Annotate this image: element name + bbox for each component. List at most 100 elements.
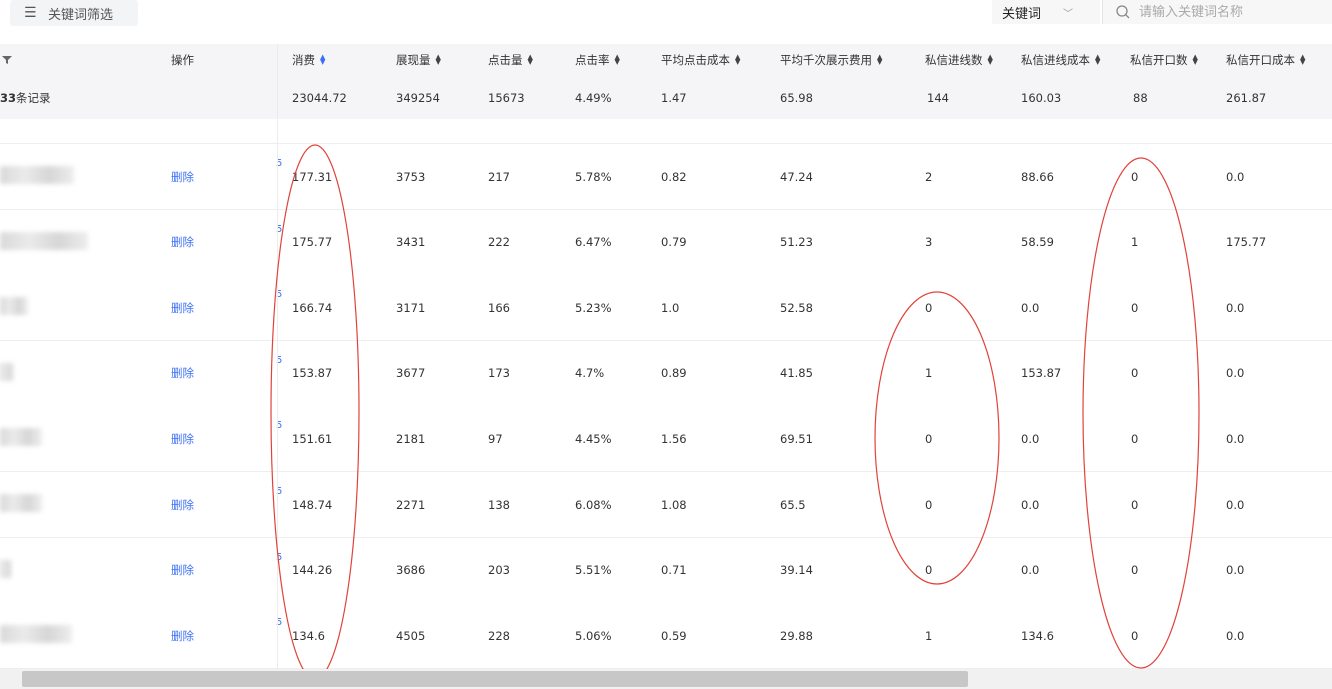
cell-opening-cost: 0.0	[1226, 431, 1245, 446]
cell-cpc: 0.59	[661, 628, 687, 643]
horizontal-scrollbar-thumb[interactable]	[22, 671, 968, 687]
cell-spend: 148.74	[292, 497, 333, 512]
table-row: 删除 5 144.26 3686 203 5.51% 0.71 39.14 0 0.0 0 0.0	[0, 537, 1332, 604]
keyword-filter-button[interactable]: ☰ 关键词筛选	[10, 0, 138, 26]
table-spacer	[0, 119, 1332, 144]
cell-clicks: 217	[488, 169, 510, 184]
sort-icon[interactable]: ▲ ▼	[1300, 54, 1305, 66]
cell-cpc: 0.79	[661, 235, 687, 250]
blurred-keyword-name	[0, 428, 42, 447]
cell-cpm: 29.88	[780, 628, 813, 643]
column-header-leads[interactable]: 私信进线数 ▲ ▼	[925, 44, 993, 76]
cell-opening-cost: 0.0	[1226, 563, 1245, 578]
delete-link[interactable]: 删除	[171, 406, 194, 471]
cell-impressions: 3431	[396, 235, 426, 250]
cell-spend: 144.26	[292, 563, 333, 578]
sort-icon[interactable]: ▲ ▼	[877, 54, 882, 66]
delete-link[interactable]: 删除	[171, 144, 194, 209]
cell-lead-cost: 0.0	[1021, 300, 1040, 315]
cell-opening-cost: 0.0	[1226, 300, 1245, 315]
column-filter-icon[interactable]	[2, 44, 12, 76]
sort-icon[interactable]: ▲ ▼	[615, 54, 620, 66]
sort-icon[interactable]: ▲ ▼	[528, 54, 533, 66]
cell-spend: 175.77	[292, 235, 333, 250]
cell-cpc: 1.0	[661, 300, 680, 315]
sort-icon[interactable]: ▲ ▼	[320, 54, 325, 66]
cell-ctr: 4.7%	[575, 366, 605, 381]
sort-icon[interactable]: ▲ ▼	[436, 54, 441, 66]
column-header-openings[interactable]: 私信开口数 ▲ ▼	[1130, 44, 1198, 76]
sort-icon[interactable]: ▲ ▼	[1193, 54, 1198, 66]
delete-link[interactable]: 删除	[171, 275, 194, 340]
cell-leads: 0	[925, 300, 933, 315]
search-icon	[1116, 5, 1130, 19]
cell-clicks: 166	[488, 300, 510, 315]
summary-spend: 23044.72	[292, 90, 347, 105]
column-header-cpm[interactable]: 平均千次展示费用 ▲ ▼	[780, 44, 882, 76]
cell-ctr: 5.78%	[575, 169, 612, 184]
cell-opening-cost: 175.77	[1226, 235, 1267, 250]
summary-cpc: 1.47	[661, 90, 687, 105]
cell-openings: 0	[1131, 300, 1139, 315]
keyword-search-input[interactable]	[1137, 3, 1321, 21]
filter-sliders-icon: ☰	[24, 5, 37, 21]
column-header-ctr-label: 点击率	[575, 53, 610, 67]
cell-leads: 3	[925, 235, 933, 250]
cell-impressions: 3677	[396, 366, 426, 381]
table-row: 删除 5 175.77 3431 222 6.47% 0.79 51.23 3 58.59 1 175…	[0, 209, 1332, 276]
cell-impressions: 3171	[396, 300, 426, 315]
chevron-down-icon: ﹀	[1063, 8, 1074, 20]
cell-leads: 1	[925, 366, 933, 381]
column-header-clicks-label: 点击量	[488, 53, 523, 67]
summary-clicks: 15673	[488, 90, 525, 105]
search-field-select[interactable]: 关键词 ﹀	[992, 0, 1100, 24]
cell-impressions: 3686	[396, 563, 426, 578]
cell-impressions: 2181	[396, 431, 426, 446]
cell-impressions: 2271	[396, 497, 426, 512]
column-header-lead-cost[interactable]: 私信进线成本 ▲ ▼	[1021, 44, 1100, 76]
sort-icon[interactable]: ▲ ▼	[1095, 54, 1100, 66]
cell-ctr: 5.06%	[575, 628, 612, 643]
column-header-impressions[interactable]: 展现量 ▲ ▼	[396, 44, 441, 76]
column-header-lead-cost-label: 私信进线成本	[1021, 53, 1090, 67]
column-header-opening-cost-label: 私信开口成本	[1226, 53, 1295, 67]
cell-cpm: 39.14	[780, 563, 813, 578]
table-row: 删除 5 134.6 4505 228 5.06% 0.59 29.88 1 134.6 0 0.0	[0, 603, 1332, 670]
sort-icon[interactable]: ▲ ▼	[735, 54, 740, 66]
delete-link[interactable]: 删除	[171, 603, 194, 668]
cell-cpm: 52.58	[780, 300, 813, 315]
table-header: 操作 消费 ▲ ▼ 展现量 ▲ ▼ 点击量 ▲ ▼ 点击率 ▲ ▼ 平均点击成本 ▲ ▼ 平均千次展…	[0, 44, 1332, 76]
delete-link[interactable]: 删除	[171, 472, 194, 537]
column-header-leads-label: 私信进线数	[925, 53, 983, 67]
sort-icon[interactable]: ▲ ▼	[988, 54, 993, 66]
cell-lead-cost: 58.59	[1021, 235, 1054, 250]
blurred-keyword-name	[0, 494, 42, 512]
blurred-keyword-name	[0, 297, 28, 316]
column-header-clicks[interactable]: 点击量 ▲ ▼	[488, 44, 533, 76]
cell-cpc: 1.56	[661, 431, 687, 446]
blurred-keyword-name	[0, 559, 12, 578]
cell-ctr: 4.45%	[575, 431, 612, 446]
cell-cpm: 51.23	[780, 235, 813, 250]
cell-leads: 0	[925, 563, 933, 578]
cell-ctr: 5.23%	[575, 300, 612, 315]
column-header-ctr[interactable]: 点击率 ▲ ▼	[575, 44, 620, 76]
cell-openings: 0	[1131, 169, 1139, 184]
cell-cpc: 0.89	[661, 366, 687, 381]
cell-clicks: 138	[488, 497, 510, 512]
cell-lead-cost: 153.87	[1021, 366, 1062, 381]
delete-link[interactable]: 删除	[171, 210, 194, 275]
cell-clicks: 97	[488, 431, 503, 446]
delete-link[interactable]: 删除	[171, 341, 194, 406]
cell-impressions: 3753	[396, 169, 426, 184]
cell-cpc: 0.71	[661, 563, 687, 578]
search-field-selected: 关键词	[1002, 6, 1042, 22]
column-header-cpc[interactable]: 平均点击成本 ▲ ▼	[661, 44, 740, 76]
cell-clicks: 222	[488, 235, 510, 250]
column-header-opening-cost[interactable]: 私信开口成本 ▲ ▼	[1226, 44, 1305, 76]
column-header-spend[interactable]: 消费 ▲ ▼	[292, 44, 325, 76]
cell-lead-cost: 0.0	[1021, 431, 1040, 446]
cell-lead-cost: 134.6	[1021, 628, 1054, 643]
delete-link[interactable]: 删除	[171, 538, 194, 603]
cell-openings: 0	[1131, 497, 1139, 512]
